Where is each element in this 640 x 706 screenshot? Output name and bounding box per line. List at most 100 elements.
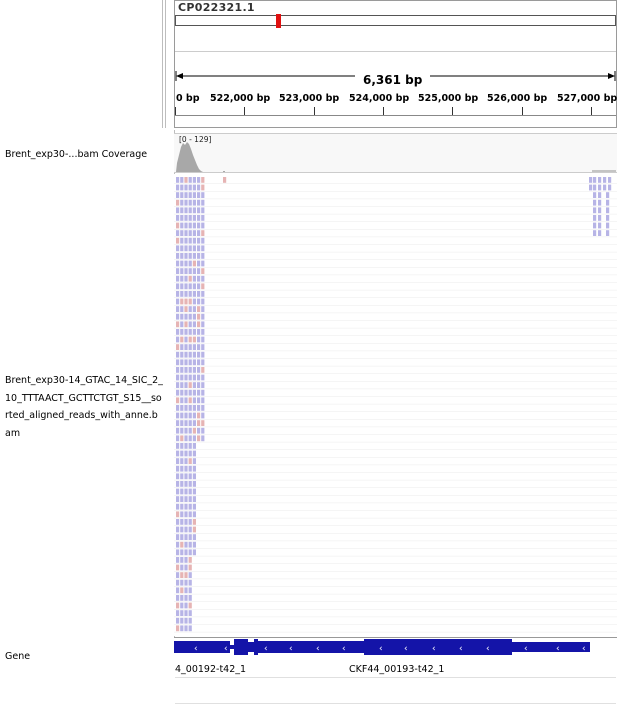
read [598, 177, 602, 183]
read [598, 222, 602, 229]
coverage-range-label: [0 - 129] [179, 135, 212, 144]
row-guide [174, 183, 617, 184]
row-guide [174, 282, 617, 283]
read [197, 199, 201, 206]
row-guide [174, 396, 617, 397]
read [197, 260, 201, 267]
read [176, 367, 180, 373]
read [180, 443, 184, 449]
read [197, 427, 201, 434]
read [201, 306, 205, 312]
read [192, 321, 196, 328]
read [188, 610, 192, 616]
read [184, 602, 188, 609]
read [184, 526, 188, 533]
row-guide [174, 312, 617, 314]
read [180, 199, 184, 206]
read [188, 503, 192, 510]
read [180, 321, 184, 328]
read [184, 283, 188, 290]
gene-label[interactable]: CKF44_00193-t42_1 [349, 664, 444, 675]
read [184, 481, 188, 487]
read [593, 207, 597, 214]
read [197, 382, 201, 388]
read [180, 564, 184, 571]
read [180, 222, 184, 229]
read [184, 199, 188, 206]
read [184, 595, 188, 601]
read [180, 625, 184, 632]
read [192, 177, 196, 183]
read [197, 412, 201, 419]
row-guide [174, 495, 617, 496]
read [192, 473, 196, 480]
read [201, 207, 205, 214]
read [184, 610, 188, 616]
read [184, 222, 188, 229]
read [201, 230, 205, 236]
row-guide [174, 419, 617, 420]
svg-text:‹: ‹ [316, 644, 320, 654]
chromosome-ideogram[interactable] [175, 15, 616, 26]
read [197, 192, 201, 198]
read [192, 253, 196, 259]
coverage-track-name[interactable]: Brent_exp30-...bam Coverage [5, 146, 163, 164]
read [184, 237, 188, 244]
read [180, 192, 184, 198]
read [176, 519, 180, 525]
read [197, 329, 201, 335]
row-guide [174, 510, 617, 511]
read [188, 207, 192, 214]
alignment-track-name[interactable]: Brent_exp30-14_GTAC_14_SIC_2_10_TTTAACT_… [5, 372, 163, 442]
read [176, 199, 180, 206]
read [176, 306, 180, 312]
row-guide [174, 358, 617, 359]
read [180, 427, 184, 434]
read [176, 488, 180, 495]
read [176, 595, 180, 601]
read [180, 397, 184, 404]
row-guide [174, 381, 617, 382]
read [197, 367, 201, 373]
read [598, 215, 602, 221]
read [180, 283, 184, 290]
read [188, 192, 192, 198]
read [188, 465, 192, 472]
row-guide [174, 343, 617, 344]
read [180, 503, 184, 510]
svg-text:‹: ‹ [224, 644, 228, 654]
row-guide [174, 586, 617, 587]
gene-track-name[interactable]: Gene [5, 648, 163, 666]
read [192, 496, 196, 502]
read [184, 397, 188, 404]
row-guide [174, 305, 617, 306]
read [188, 177, 192, 183]
gene-label[interactable]: 4_00192-t42_1 [175, 664, 246, 675]
read [176, 260, 180, 267]
read [180, 382, 184, 388]
read [201, 291, 205, 297]
row-guide [174, 571, 617, 572]
read [197, 184, 201, 191]
read [176, 526, 180, 533]
read [176, 610, 180, 616]
read [184, 207, 188, 214]
read [197, 245, 201, 252]
read [180, 481, 184, 487]
read [188, 519, 192, 525]
svg-text:‹: ‹ [194, 644, 198, 654]
read [188, 511, 192, 518]
read [192, 427, 196, 434]
read [593, 177, 597, 183]
read [176, 222, 180, 229]
read [197, 313, 201, 320]
row-guide [174, 487, 617, 488]
row-guide [174, 479, 617, 481]
read [598, 192, 602, 198]
read [606, 192, 610, 198]
ruler-baseline [175, 115, 616, 116]
read [593, 230, 597, 236]
read [184, 306, 188, 312]
read [192, 435, 196, 442]
read [197, 321, 201, 328]
